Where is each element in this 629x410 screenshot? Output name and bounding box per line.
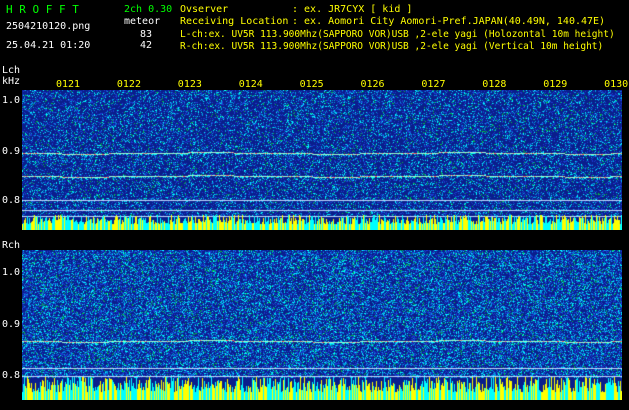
meteor-label: meteor [124,16,161,27]
location-label: Receiving Location [180,16,289,27]
time-tick: 0121 [56,79,81,90]
time-tick: 0130 [604,79,629,90]
time-tick: 0122 [116,79,141,90]
timestamp: 25.04.21 01:20 [6,40,91,51]
lch-description: L-ch:ex. UV5R 113.900Mhz(SAPPORO VOR)USB… [180,29,615,40]
observer-value: : ex. JR7CYX [ kid ] [292,4,413,15]
time-tick: 0125 [299,79,324,90]
observer-label: Ovserver [180,4,229,15]
lch-ytick-0-8: 0.8 [2,195,21,206]
lch-meteor-count: 83 [140,29,153,40]
lch-spectrogram [22,90,622,230]
rch-label: Rch [2,240,21,251]
time-tick: 0127 [421,79,446,90]
rch-ytick-0-8: 0.8 [2,370,21,381]
rch-ytick-1-0: 1.0 [2,267,21,278]
image-filename: 2504210120.png [6,21,91,32]
time-tick: 0124 [238,79,263,90]
time-tick: 0126 [360,79,385,90]
rch-ytick-0-9: 0.9 [2,319,21,330]
location-value: : ex. Aomori City Aomori-Pref.JAPAN(40.4… [292,16,606,27]
rch-meteor-count: 42 [140,40,153,51]
lch-unit-label: kHz [2,76,21,87]
channel-info: 2ch 0.30 [124,4,173,15]
time-tick: 0128 [482,79,507,90]
app-logo: H R O F F T [6,3,79,16]
rch-description: R-ch:ex. UV5R 113.900Mhz(SAPPORO VOR)USB… [180,41,604,52]
time-tick: 0123 [177,79,202,90]
lch-label: Lch [2,65,21,76]
time-tick: 0129 [543,79,568,90]
lch-ytick-0-9: 0.9 [2,146,21,157]
rch-spectrogram [22,250,622,400]
lch-ytick-1-0: 1.0 [2,95,21,106]
